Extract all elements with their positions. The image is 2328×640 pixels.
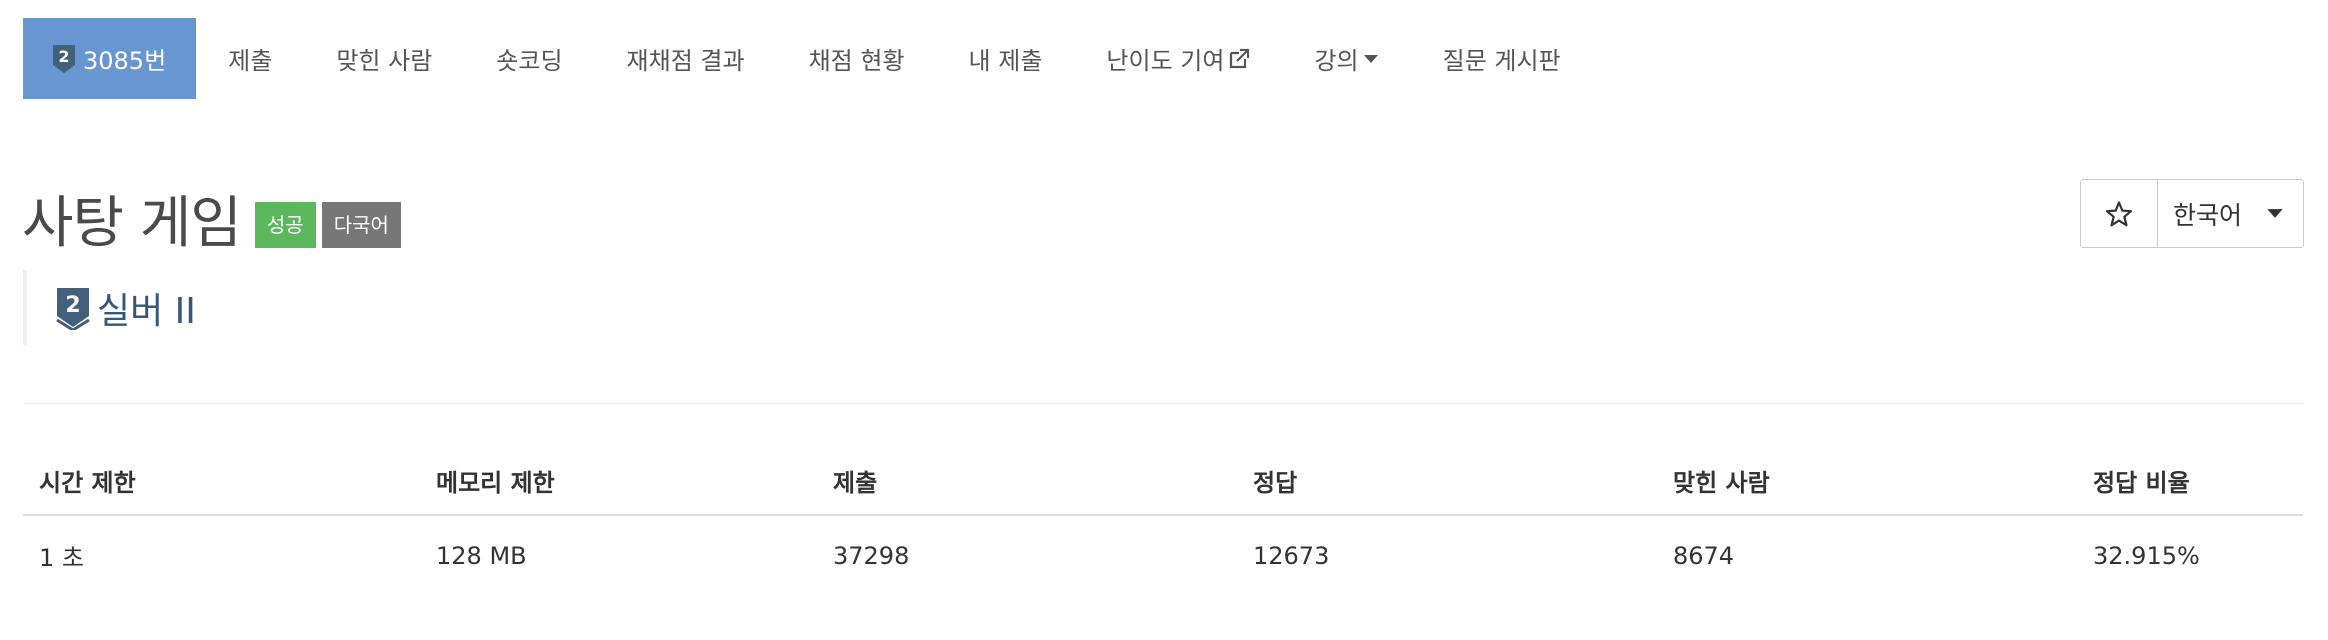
header-accepted: 정답 bbox=[1237, 449, 1657, 516]
accepted-value: 12673 bbox=[1253, 541, 1330, 570]
multilang-badge: 다국어 bbox=[321, 201, 401, 248]
favorite-button[interactable] bbox=[2081, 180, 2158, 247]
tab-submit[interactable]: 제출 bbox=[196, 18, 304, 99]
table-header-row: 시간 제한 메모리 제한 제출 정답 맞힌 사람 정답 비율 bbox=[23, 449, 2303, 516]
memory-limit-value: 128 MB bbox=[436, 541, 527, 570]
svg-text:2: 2 bbox=[58, 47, 69, 66]
status-badge-success: 성공 bbox=[254, 201, 316, 248]
table-row: 1 초 128 MB 37298 12673 8674 32.915% bbox=[23, 515, 2303, 589]
tab-status[interactable]: 채점 현황 bbox=[777, 18, 937, 99]
tab-my-submissions-label: 내 제출 bbox=[968, 47, 1043, 75]
tab-rejudge-result[interactable]: 재채점 결과 bbox=[595, 18, 777, 99]
tab-solved-users-label: 맞힌 사람 bbox=[336, 47, 433, 75]
submissions-value: 37298 bbox=[833, 541, 910, 570]
header-memory-limit: 메모리 제한 bbox=[420, 449, 817, 516]
language-select[interactable]: 한국어 bbox=[2158, 180, 2303, 247]
time-limit-value: 1 초 bbox=[39, 544, 84, 572]
header-accept-rate: 정답 비율 bbox=[2077, 449, 2303, 516]
tab-lectures-label: 강의 bbox=[1314, 47, 1359, 75]
caret-down-icon bbox=[2267, 209, 2283, 218]
tab-problem[interactable]: 2 3085번 bbox=[23, 18, 197, 99]
tab-difficulty-contribution[interactable]: 난이도 기여 bbox=[1074, 18, 1282, 99]
tab-short-coding-label: 숏코딩 bbox=[496, 47, 563, 75]
header-time-limit: 시간 제한 bbox=[23, 449, 420, 516]
problem-title: 사탕 게임 bbox=[22, 191, 242, 256]
tab-question-board-label: 질문 게시판 bbox=[1442, 47, 1561, 75]
silver-tier-icon: 2 bbox=[56, 287, 90, 330]
tab-rejudge-result-label: 재채점 결과 bbox=[626, 47, 745, 75]
problem-controls: 한국어 bbox=[2080, 179, 2304, 248]
star-outline-icon bbox=[2105, 200, 2133, 226]
tab-status-label: 채점 현황 bbox=[808, 47, 905, 75]
tab-solved-users[interactable]: 맞힌 사람 bbox=[304, 18, 464, 99]
tier-block: 2 실버 II bbox=[23, 270, 196, 345]
tab-difficulty-label: 난이도 기여 bbox=[1106, 47, 1225, 75]
divider bbox=[23, 403, 2303, 404]
title-row: 사탕 게임 성공 다국어 bbox=[22, 178, 407, 259]
solved-users-value: 8674 bbox=[1673, 541, 1735, 570]
tier-label[interactable]: 실버 II bbox=[97, 282, 196, 334]
problem-menu: 2 3085번 제출 맞힌 사람 숏코딩 재채점 결과 채점 현황 내 제출 난… bbox=[23, 18, 1593, 99]
header-submissions: 제출 bbox=[817, 449, 1237, 516]
caret-down-icon bbox=[1363, 54, 1378, 63]
problem-info-table: 시간 제한 메모리 제한 제출 정답 맞힌 사람 정답 비율 1 초 128 M… bbox=[23, 449, 2303, 589]
tab-submit-label: 제출 bbox=[228, 47, 273, 75]
tab-lectures[interactable]: 강의 bbox=[1282, 18, 1410, 99]
silver-tier-icon: 2 bbox=[53, 44, 75, 73]
tab-short-coding[interactable]: 숏코딩 bbox=[464, 18, 594, 99]
problem-number: 3085번 bbox=[83, 47, 167, 75]
tab-my-submissions[interactable]: 내 제출 bbox=[937, 18, 1075, 99]
svg-text:2: 2 bbox=[65, 293, 80, 318]
language-label: 한국어 bbox=[2173, 200, 2243, 230]
external-link-icon bbox=[1230, 48, 1250, 68]
header-solved-users: 맞힌 사람 bbox=[1657, 449, 2077, 516]
accept-rate-value: 32.915% bbox=[2093, 541, 2200, 570]
problem-page: 2 3085번 제출 맞힌 사람 숏코딩 재채점 결과 채점 현황 내 제출 난… bbox=[0, 0, 2328, 640]
tab-question-board[interactable]: 질문 게시판 bbox=[1411, 18, 1593, 99]
